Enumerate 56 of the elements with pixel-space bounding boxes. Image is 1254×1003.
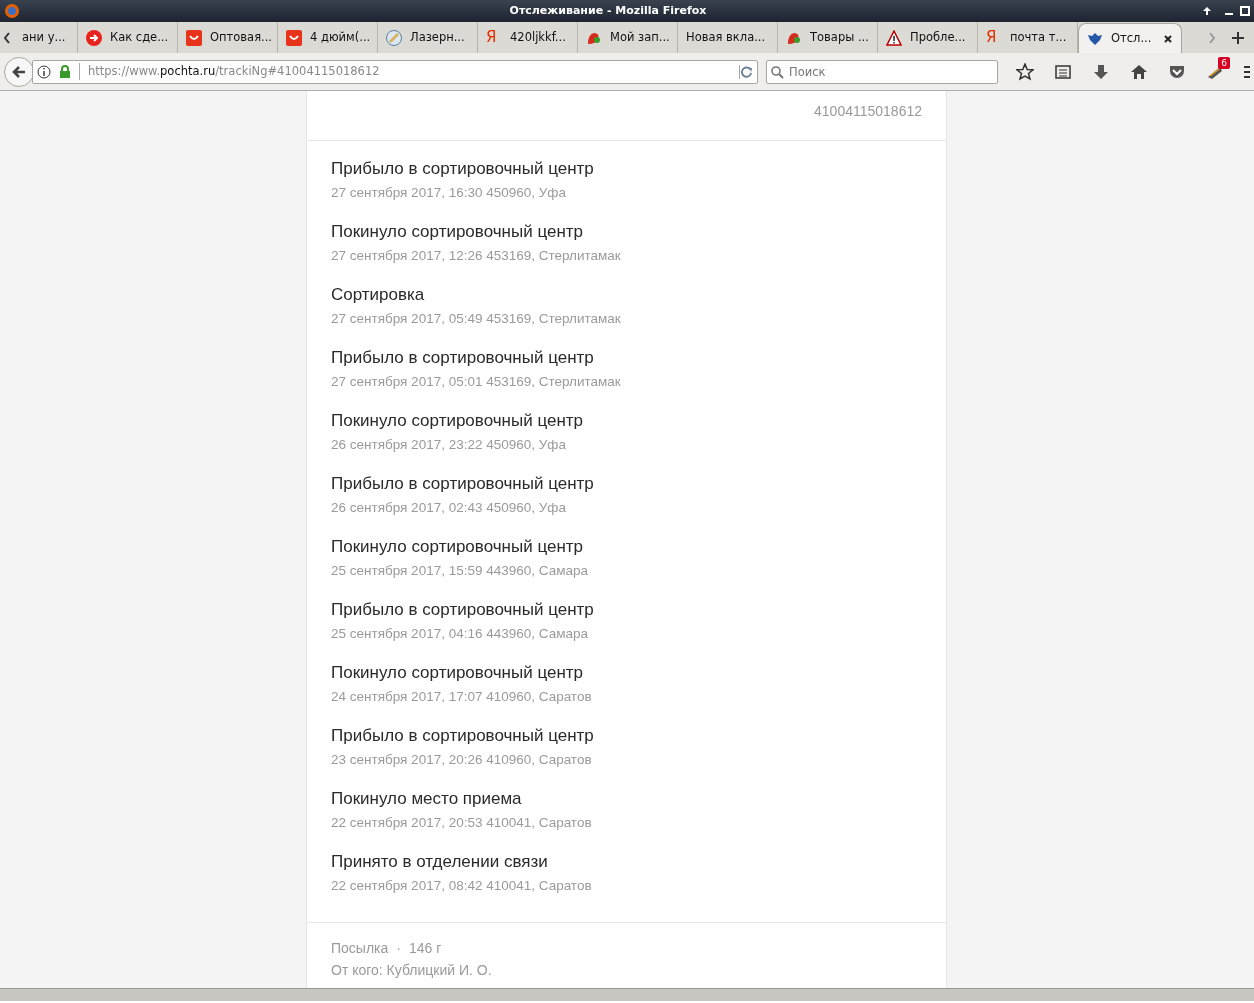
event-details: 26 сентября 2017, 02:43 450960, Уфа xyxy=(331,499,566,517)
event-details: 22 сентября 2017, 20:53 410041, Саратов xyxy=(331,814,592,832)
event-details: 24 сентября 2017, 17:07 410960, Саратов xyxy=(331,688,592,706)
home-icon[interactable] xyxy=(1130,62,1148,81)
firefox-icon xyxy=(4,3,20,19)
event-details: 27 сентября 2017, 16:30 450960, Уфа xyxy=(331,184,566,202)
parcel-type: Посылка xyxy=(331,939,389,957)
event-title: Прибыло в сортировочный центр xyxy=(331,158,594,180)
address-bar[interactable]: https://www.pochta.ru/trackiNg#41004115018612 xyxy=(32,59,758,84)
search-icon xyxy=(771,65,784,79)
info-icon xyxy=(37,64,51,79)
tracking-number: 41004115018612 xyxy=(814,102,922,121)
event-title: Покинуло сортировочный центр xyxy=(331,662,584,684)
event-title: Покинуло сортировочный центр xyxy=(331,536,584,558)
reading-list-icon[interactable] xyxy=(1054,62,1072,81)
event-title: Покинуло сортировочный центр xyxy=(331,221,584,243)
event-details: 23 сентября 2017, 20:26 410960, Саратов xyxy=(331,751,592,769)
event-details: 22 сентября 2017, 08:42 410041, Саратов xyxy=(331,877,592,895)
event-title: Принято в отделении связи xyxy=(331,851,548,873)
warning-icon xyxy=(886,29,902,46)
reload-icon[interactable] xyxy=(739,64,753,79)
event-title: Сортировка xyxy=(331,284,425,306)
sender-info: От кого: Кублицкий И. О. xyxy=(331,961,492,979)
event-details: 27 сентября 2017, 05:01 453169, Стерлитамак xyxy=(331,373,621,391)
pencil-icon xyxy=(386,29,402,46)
event-title: Прибыло в сортировочный центр xyxy=(331,347,594,369)
letter-icon: Я xyxy=(986,26,1002,49)
event-details: 25 сентября 2017, 04:16 443960, Самара xyxy=(331,625,588,643)
event-details: 27 сентября 2017, 12:26 453169, Стерлитамак xyxy=(331,247,621,265)
restore-icon[interactable] xyxy=(1240,6,1250,16)
event-title: Прибыло в сортировочный центр xyxy=(331,599,594,621)
browser-tab[interactable]: Отсл... xyxy=(1078,23,1182,53)
letter-icon: Я xyxy=(486,26,502,49)
event-details: 26 сентября 2017, 23:22 450960, Уфа xyxy=(331,436,566,454)
download-icon[interactable] xyxy=(1092,62,1110,81)
event-details: 25 сентября 2017, 15:59 443960, Самара xyxy=(331,562,588,580)
close-icon[interactable] xyxy=(1163,33,1173,44)
event-title: Покинуло место приема xyxy=(331,788,522,810)
event-title: Прибыло в сортировочный центр xyxy=(331,725,594,747)
new-tab-icon[interactable] xyxy=(1231,30,1245,45)
back-arrow-icon xyxy=(11,63,27,80)
bag-icon xyxy=(186,29,202,46)
bag-icon xyxy=(286,29,302,46)
padlock-icon xyxy=(59,65,71,78)
menu-icon[interactable] xyxy=(1244,63,1250,80)
event-title: Прибыло в сортировочный центр xyxy=(331,473,594,495)
window-title: Отслеживание - Mozilla Firefox xyxy=(508,2,708,19)
bookmark-star-icon[interactable] xyxy=(1016,62,1034,81)
separator-dot: · xyxy=(396,939,401,957)
event-title: Покинуло сортировочный центр xyxy=(331,410,584,432)
parcel-weight: 146 г xyxy=(409,939,442,957)
event-details: 27 сентября 2017, 05:49 453169, Стерлитамак xyxy=(331,310,621,328)
search-field[interactable]: Поиск xyxy=(766,59,998,84)
notification-badge: 6 xyxy=(1218,57,1230,70)
back-button[interactable] xyxy=(4,56,34,87)
maximize-icon[interactable] xyxy=(1202,6,1212,16)
